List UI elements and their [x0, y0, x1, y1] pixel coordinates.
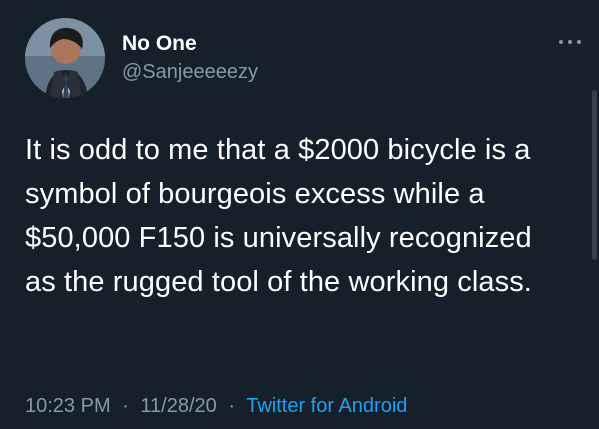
meta-separator: ·: [122, 395, 129, 417]
tweet-meta: 10:23 PM · 11/28/20 · Twitter for Androi…: [25, 395, 407, 418]
avatar[interactable]: [25, 18, 105, 98]
scrollbar[interactable]: [592, 90, 597, 260]
author-name[interactable]: No One: [122, 32, 197, 56]
more-dot: [577, 40, 581, 44]
more-dot: [559, 40, 563, 44]
tweet-header: No One @Sanjeeeeezy: [25, 18, 581, 98]
profile-photo-icon: [25, 18, 105, 98]
more-dot: [568, 40, 572, 44]
meta-separator: ·: [228, 395, 236, 417]
author-handle[interactable]: @Sanjeeeeezy: [122, 61, 258, 84]
more-options-icon[interactable]: [559, 38, 581, 46]
tweet-card: No One @Sanjeeeeezy It is odd to me that…: [0, 0, 599, 429]
tweet-source-link[interactable]: Twitter for Android: [246, 395, 407, 417]
tweet-date[interactable]: 11/28/20: [140, 395, 216, 417]
tweet-text: It is odd to me that a $2000 bicycle is …: [25, 134, 532, 298]
tweet-time[interactable]: 10:23 PM: [25, 395, 111, 417]
